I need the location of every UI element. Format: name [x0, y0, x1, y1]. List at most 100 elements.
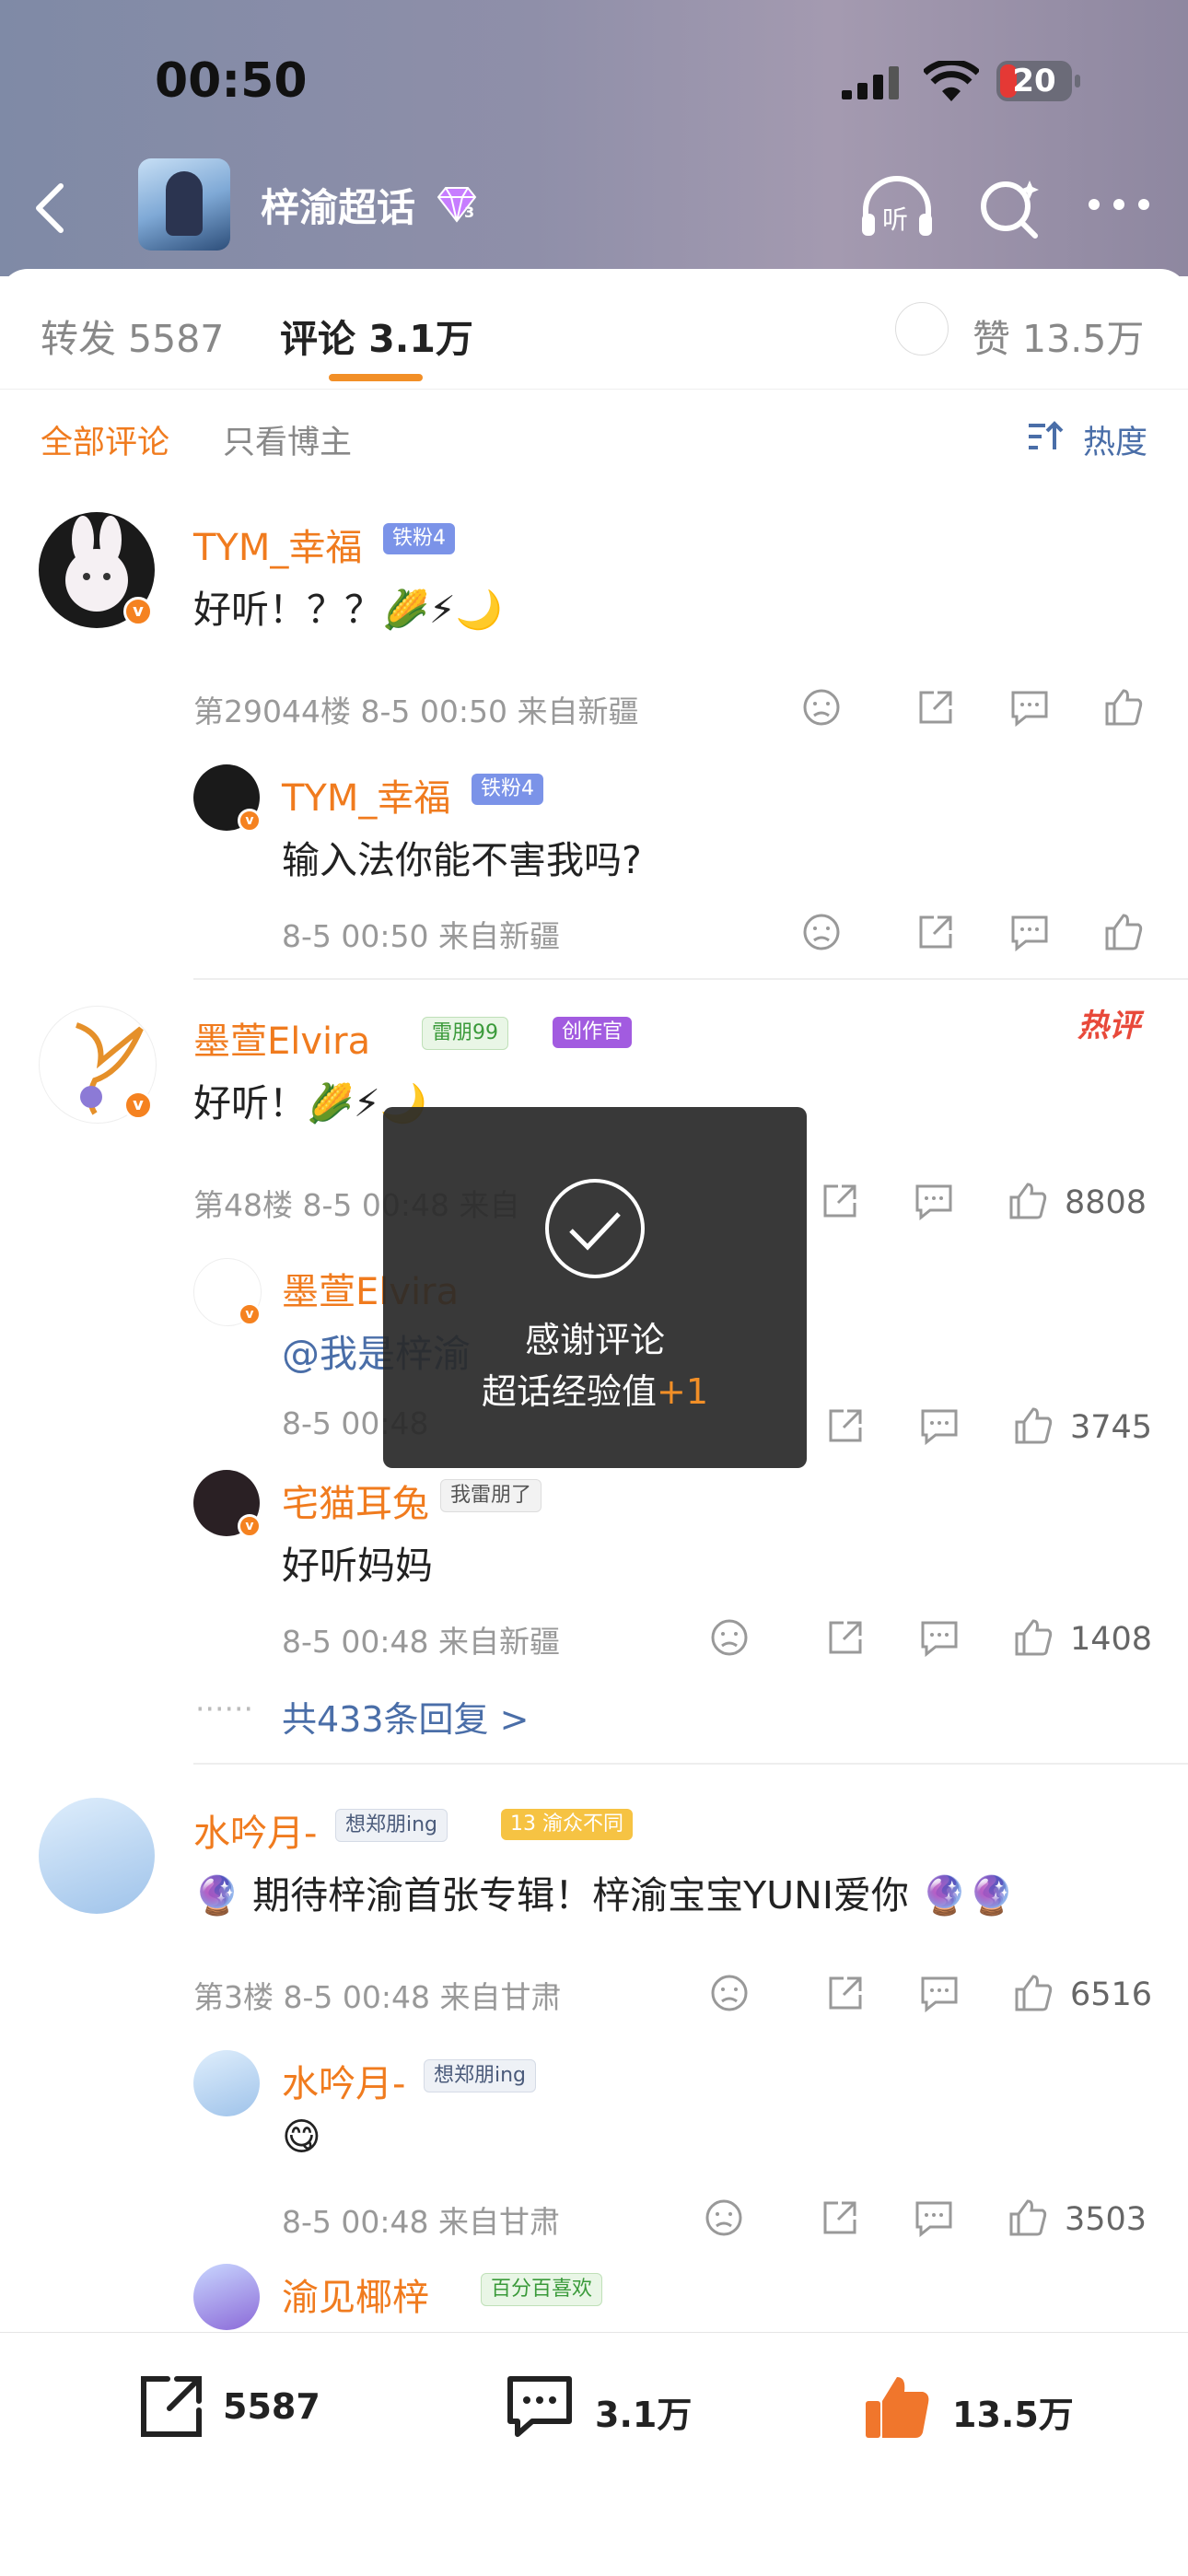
header-background: 00:50 20 梓渝超话 3 听 [0, 0, 1188, 276]
reply-icon[interactable] [1009, 912, 1050, 952]
username[interactable]: 墨萱Elvira [193, 1011, 370, 1065]
more-replies-link[interactable]: 共433条回复 > [282, 1691, 529, 1742]
back-icon[interactable] [31, 182, 68, 234]
topic-thumbnail[interactable] [138, 158, 230, 251]
reply-icon[interactable] [919, 1617, 960, 1658]
dislike-icon[interactable] [704, 2197, 744, 2238]
reply-icon[interactable] [1009, 687, 1050, 728]
fan-badge: 铁粉4 [472, 774, 543, 805]
reply-icon[interactable] [914, 2197, 954, 2238]
like-icon[interactable] [1103, 687, 1144, 728]
reply-meta: 8-5 00:50 来自新疆 [282, 918, 560, 954]
comment-filters: 全部评论 只看博主 热度 [0, 416, 1188, 472]
like-button[interactable]: 13.5万 [860, 2370, 1100, 2443]
reply-text: 好听妈妈 [282, 1544, 433, 1588]
repost-count: 5587 [223, 2386, 320, 2427]
comment-icon [507, 2376, 572, 2437]
fan-badge: 我雷朋了 [440, 1479, 542, 1512]
filter-author-only[interactable]: 只看博主 [223, 416, 352, 463]
badge-level: 13 [510, 1813, 536, 1836]
divider [193, 978, 1188, 980]
search-icon[interactable] [976, 175, 1042, 239]
like-icon[interactable] [1007, 2197, 1048, 2238]
verified-badge: v [238, 1514, 262, 1538]
fan-badge: 想郑朋ing [335, 1809, 448, 1842]
share-icon[interactable] [825, 1617, 866, 1658]
creator-badge: 创作官 [553, 1017, 633, 1048]
like-icon[interactable] [1103, 912, 1144, 952]
dislike-icon[interactable] [709, 1973, 750, 2013]
comment-text: 🔮 期待梓渝首张专辑！梓渝宝宝YUNI爱你 🔮🔮 [193, 1873, 1016, 1917]
fan-badge: 想郑朋ing [424, 2059, 537, 2092]
more-options-icon[interactable] [1087, 195, 1151, 214]
reply-meta: 8-5 00:48 来自甘肃 [282, 2204, 560, 2240]
share-icon [141, 2376, 202, 2437]
comment-text: 好听！？？🌽⚡🌙 [193, 588, 503, 632]
reply-meta: 8-5 00:48 来自新疆 [282, 1624, 560, 1660]
comment-text-content: 期待梓渝首张专辑！梓渝宝宝YUNI爱你 [252, 1873, 909, 1917]
listen-headphones-icon[interactable]: 听 [858, 175, 936, 239]
reply-username[interactable]: 渝见椰梓 [282, 2267, 429, 2321]
toast-exp-plus: +1 [656, 1371, 709, 1412]
status-bar: 00:50 20 [0, 53, 1188, 109]
sort-by-hot[interactable]: 热度 [1083, 416, 1147, 463]
username[interactable]: TYM_幸福 [193, 518, 362, 571]
like-count: 1408 [1070, 1621, 1153, 1658]
share-icon[interactable] [825, 1973, 866, 2013]
dislike-icon[interactable] [709, 1617, 750, 1658]
share-icon[interactable] [825, 1405, 866, 1446]
share-icon[interactable] [915, 912, 956, 952]
repost-button[interactable]: 5587 [134, 2370, 320, 2443]
topic-level: 3 [464, 204, 474, 221]
reply-username[interactable]: 水吟月- [282, 2054, 405, 2107]
reply-icon[interactable] [919, 1973, 960, 2013]
share-icon[interactable] [820, 1181, 860, 1221]
share-icon[interactable] [820, 2197, 860, 2238]
community-badge: 13 渝众不同 [501, 1809, 634, 1840]
divider [193, 1763, 1188, 1765]
reply-avatar[interactable] [193, 2264, 260, 2330]
verified-badge: v [238, 1302, 262, 1326]
hot-comment-badge: 热评 [1077, 1008, 1140, 1044]
reply-icon[interactable] [919, 1405, 960, 1446]
fan-badge: 铁粉4 [383, 523, 455, 554]
tab-bar: 转发 5587 评论 3.1万 赞 13.5万 [0, 269, 1188, 390]
sort-icon[interactable] [1027, 420, 1064, 453]
reply-username[interactable]: 宅猫耳兔 [282, 1474, 429, 1527]
verified-badge: v [238, 809, 262, 833]
checkmark-icon [545, 1179, 645, 1278]
avatar[interactable] [39, 1798, 155, 1914]
like-icon[interactable] [1013, 1617, 1054, 1658]
verified-badge: v [123, 597, 153, 626]
tab-likes[interactable]: 赞 13.5万 [973, 308, 1144, 363]
fan-badge: 百分百喜欢 [481, 2273, 603, 2306]
like-icon[interactable] [1007, 1181, 1048, 1221]
toast-title: 感谢评论 [524, 1320, 665, 1360]
battery-level: 20 [1012, 63, 1056, 99]
reply-username[interactable]: TYM_幸福 [282, 768, 450, 822]
comment-meta: 第3楼 8-5 00:48 来自甘肃 [193, 1979, 562, 2015]
username[interactable]: 水吟月- [193, 1803, 317, 1857]
tab-comments[interactable]: 评论 3.1万 [280, 308, 473, 363]
comment-success-toast: 感谢评论 超话经验值+1 [383, 1107, 807, 1468]
toast-subtitle: 超话经验值+1 [383, 1363, 807, 1414]
reply-text: 😋 [282, 2115, 321, 2159]
like-icon[interactable] [1013, 1405, 1054, 1446]
reply-icon[interactable] [914, 1181, 954, 1221]
dislike-icon[interactable] [801, 912, 842, 952]
status-time: 00:50 [155, 53, 308, 109]
toast-exp-label: 超话经验值 [481, 1371, 657, 1412]
like-icon[interactable] [1013, 1973, 1054, 2013]
topic-title[interactable]: 梓渝超话 [261, 177, 415, 233]
tab-reposts[interactable]: 转发 5587 [41, 308, 224, 363]
comment-meta: 第29044楼 8-5 00:50 来自新疆 [193, 694, 639, 729]
like-count: 3503 [1065, 2201, 1147, 2238]
dislike-icon[interactable] [801, 687, 842, 728]
reply-avatar[interactable] [193, 2050, 260, 2116]
share-icon[interactable] [915, 687, 956, 728]
comment-button[interactable]: 3.1万 [503, 2370, 705, 2443]
comment-count: 3.1万 [595, 2395, 693, 2435]
like-count: 6516 [1070, 1976, 1153, 2013]
filter-all-comments[interactable]: 全部评论 [41, 416, 169, 463]
wifi-icon [924, 61, 979, 101]
